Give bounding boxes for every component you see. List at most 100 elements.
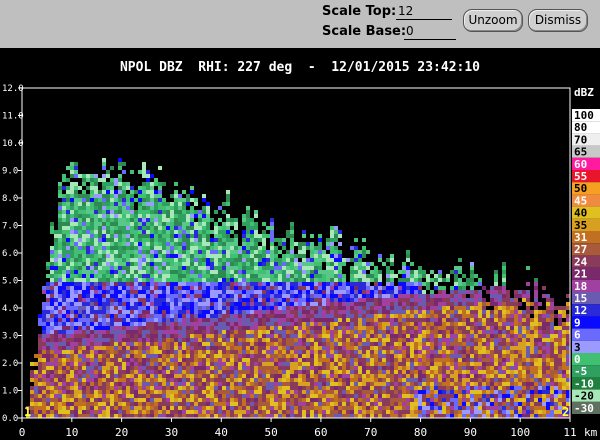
echo-cell bbox=[274, 294, 278, 298]
echo-cell bbox=[114, 286, 118, 290]
echo-cell bbox=[318, 310, 322, 314]
echo-cell bbox=[50, 230, 54, 234]
echo-cell bbox=[58, 370, 62, 374]
echo-cell bbox=[62, 214, 66, 218]
echo-cell bbox=[118, 302, 122, 306]
echo-cell bbox=[270, 270, 274, 274]
echo-cell bbox=[150, 386, 154, 390]
echo-cell bbox=[170, 374, 174, 378]
echo-cell bbox=[62, 202, 66, 206]
echo-cell bbox=[310, 354, 314, 358]
echo-cell bbox=[354, 374, 358, 378]
echo-cell bbox=[318, 390, 322, 394]
echo-cell bbox=[242, 378, 246, 382]
echo-cell bbox=[166, 326, 170, 330]
echo-cell bbox=[394, 334, 398, 338]
echo-cell bbox=[366, 398, 370, 402]
echo-cell bbox=[294, 350, 298, 354]
echo-cell bbox=[214, 374, 218, 378]
echo-cell bbox=[142, 170, 146, 174]
echo-cell bbox=[422, 378, 426, 382]
echo-cell bbox=[58, 306, 62, 310]
echo-cell bbox=[178, 306, 182, 310]
echo-cell bbox=[262, 342, 266, 346]
echo-cell bbox=[414, 394, 418, 398]
echo-cell bbox=[274, 258, 278, 262]
echo-cell bbox=[82, 242, 86, 246]
echo-cell bbox=[46, 342, 50, 346]
echo-cell bbox=[310, 310, 314, 314]
echo-cell bbox=[350, 398, 354, 402]
echo-cell bbox=[438, 398, 442, 402]
echo-cell bbox=[406, 398, 410, 402]
echo-cell bbox=[238, 362, 242, 366]
echo-cell bbox=[178, 258, 182, 262]
echo-cell bbox=[166, 226, 170, 230]
echo-cell bbox=[94, 218, 98, 222]
echo-cell bbox=[94, 230, 98, 234]
echo-cell bbox=[266, 302, 270, 306]
echo-cell bbox=[146, 294, 150, 298]
echo-cell bbox=[58, 362, 62, 366]
echo-cell bbox=[426, 326, 430, 330]
echo-cell bbox=[214, 234, 218, 238]
echo-cell bbox=[38, 350, 42, 354]
echo-cell bbox=[338, 242, 342, 246]
echo-cell bbox=[110, 414, 114, 418]
echo-cell bbox=[246, 266, 250, 270]
echo-cell bbox=[346, 330, 350, 334]
echo-cell bbox=[138, 246, 142, 250]
echo-cell bbox=[250, 238, 254, 242]
echo-cell bbox=[198, 370, 202, 374]
echo-cell bbox=[170, 394, 174, 398]
echo-cell bbox=[338, 310, 342, 314]
echo-cell bbox=[218, 342, 222, 346]
echo-cell bbox=[174, 266, 178, 270]
echo-cell bbox=[430, 386, 434, 390]
echo-cell bbox=[166, 262, 170, 266]
rhi-plot[interactable]: 0.01.02.03.04.05.06.07.08.09.010.011.012… bbox=[0, 0, 600, 440]
echo-cell bbox=[214, 274, 218, 278]
echo-cell bbox=[394, 342, 398, 346]
echo-cell bbox=[406, 394, 410, 398]
echo-cell bbox=[66, 266, 70, 270]
echo-cell bbox=[158, 266, 162, 270]
echo-cell bbox=[422, 346, 426, 350]
echo-cell bbox=[258, 274, 262, 278]
echo-cell bbox=[42, 374, 46, 378]
echo-cell bbox=[390, 342, 394, 346]
echo-cell bbox=[174, 258, 178, 262]
echo-cell bbox=[174, 278, 178, 282]
echo-cell bbox=[154, 402, 158, 406]
echo-cell bbox=[150, 182, 154, 186]
echo-cell bbox=[190, 298, 194, 302]
echo-cell bbox=[258, 290, 262, 294]
echo-cell bbox=[418, 374, 422, 378]
echo-cell bbox=[50, 306, 54, 310]
echo-cell bbox=[122, 250, 126, 254]
echo-cell bbox=[346, 390, 350, 394]
echo-cell bbox=[318, 314, 322, 318]
echo-cell bbox=[162, 234, 166, 238]
echo-cell bbox=[170, 314, 174, 318]
echo-cell bbox=[374, 394, 378, 398]
echo-cell bbox=[294, 402, 298, 406]
echo-cell bbox=[446, 318, 450, 322]
echo-cell bbox=[410, 406, 414, 410]
echo-cell bbox=[258, 374, 262, 378]
echo-cell bbox=[226, 242, 230, 246]
echo-cell bbox=[446, 322, 450, 326]
echo-cell bbox=[322, 394, 326, 398]
echo-cell bbox=[218, 390, 222, 394]
echo-cell bbox=[82, 202, 86, 206]
echo-cell bbox=[398, 394, 402, 398]
echo-cell bbox=[238, 314, 242, 318]
echo-cell bbox=[166, 206, 170, 210]
echo-cell bbox=[190, 190, 194, 194]
echo-cell bbox=[166, 286, 170, 290]
echo-cell bbox=[86, 214, 90, 218]
echo-cell bbox=[82, 410, 86, 414]
echo-cell bbox=[78, 194, 82, 198]
echo-cell bbox=[446, 334, 450, 338]
echo-cell bbox=[170, 362, 174, 366]
